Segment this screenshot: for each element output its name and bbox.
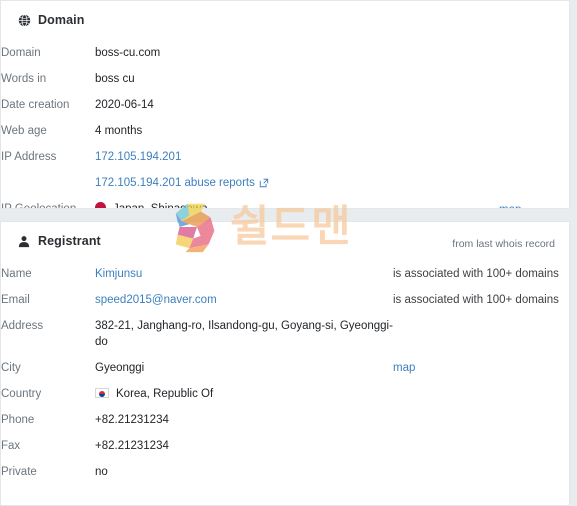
table-row: Phone +82.21231234 <box>1 408 569 434</box>
table-row: Private no <box>1 460 569 486</box>
registrant-email-link[interactable]: speed2015@naver.com <box>95 294 217 306</box>
row-value: boss cu <box>95 73 135 85</box>
table-row: Fax +82.21231234 <box>1 434 569 460</box>
whois-source-note: from last whois record <box>452 238 555 250</box>
geolocation-map-link[interactable]: map <box>499 204 521 208</box>
row-label: Phone <box>1 414 35 426</box>
row-label: Web age <box>1 125 47 137</box>
table-row: Country Korea, Republic Of <box>1 382 569 408</box>
table-row: Address 382-21, Janghang-ro, Ilsandong-g… <box>1 314 569 356</box>
abuse-reports-link[interactable]: 172.105.194.201 abuse reports <box>95 177 255 189</box>
row-label: Domain <box>1 47 41 59</box>
registrant-phone-value: +82.21231234 <box>95 414 169 426</box>
table-row: IP Geolocation Japan, Shinagawa map <box>1 197 569 209</box>
name-association-note: is associated with 100+ domains <box>393 268 559 280</box>
row-label: Country <box>1 388 42 400</box>
registrant-country-value: Korea, Republic Of <box>116 388 214 400</box>
table-row: Domain boss-cu.com <box>1 41 569 67</box>
row-label: IP Geolocation <box>1 203 77 209</box>
table-row: Email speed2015@naver.com is associated … <box>1 288 569 314</box>
row-label: Email <box>1 294 30 306</box>
japan-flag-icon <box>95 202 106 208</box>
domain-card: Domain Domain boss-cu.com Words in boss … <box>0 0 570 209</box>
registrant-fax-value: +82.21231234 <box>95 440 169 452</box>
geolocation-value: Japan, Shinagawa <box>113 203 208 209</box>
domain-section-header: Domain <box>1 1 569 27</box>
row-label: Name <box>1 268 32 280</box>
row-value: boss-cu.com <box>95 47 161 59</box>
row-value: 2020-06-14 <box>95 99 154 111</box>
row-label: Fax <box>1 440 21 452</box>
city-map-link[interactable]: map <box>393 362 415 374</box>
table-row: IP Address 172.105.194.201 <box>1 145 569 171</box>
row-label: Date creation <box>1 99 70 111</box>
registrant-name-link[interactable]: Kimjunsu <box>95 268 142 280</box>
registrant-private-value: no <box>95 466 108 478</box>
email-association-note: is associated with 100+ domains <box>393 294 559 306</box>
registrant-card: Registrant from last whois record Name K… <box>0 221 570 506</box>
table-row: Words in boss cu <box>1 67 569 93</box>
registrant-details-table: Name Kimjunsu is associated with 100+ do… <box>1 262 569 486</box>
external-link-icon[interactable] <box>259 177 269 193</box>
row-label: Address <box>1 320 44 332</box>
table-row: Name Kimjunsu is associated with 100+ do… <box>1 262 569 288</box>
row-label: Private <box>1 466 37 478</box>
registrant-section-title: Registrant <box>38 234 101 248</box>
table-row: Web age 4 months <box>1 119 569 145</box>
globe-icon <box>17 13 31 27</box>
registrant-city-value: Gyeonggi <box>95 362 145 374</box>
row-value: 4 months <box>95 125 143 137</box>
registrant-section-header: Registrant from last whois record <box>1 222 569 250</box>
table-row: City Gyeonggi map <box>1 356 569 382</box>
korea-flag-icon <box>95 388 109 398</box>
row-label: Words in <box>1 73 47 85</box>
table-row: 172.105.194.201 abuse reports <box>1 171 569 197</box>
row-label <box>1 171 95 197</box>
row-label: IP Address <box>1 151 57 163</box>
row-label: City <box>1 362 21 374</box>
domain-section-title: Domain <box>38 13 85 27</box>
table-row: Date creation 2020-06-14 <box>1 93 569 119</box>
registrant-address-value: 382-21, Janghang-ro, Ilsandong-gu, Goyan… <box>95 320 393 348</box>
domain-details-table: Domain boss-cu.com Words in boss cu Date… <box>1 41 569 209</box>
user-icon <box>17 234 31 248</box>
ip-address-link[interactable]: 172.105.194.201 <box>95 151 181 163</box>
